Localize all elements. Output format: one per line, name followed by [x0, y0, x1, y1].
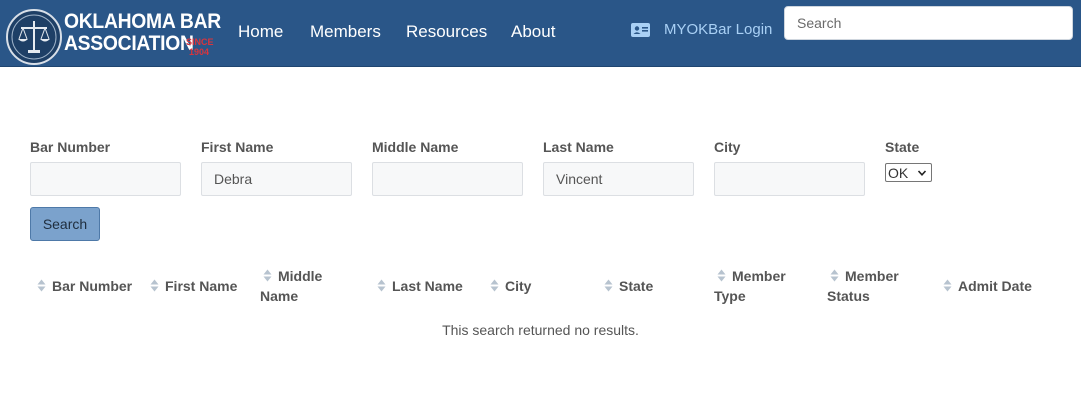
- city-label: City: [714, 139, 741, 155]
- search-button[interactable]: Search: [30, 207, 100, 241]
- first-name-input[interactable]: [201, 162, 352, 196]
- bar-number-field: Bar Number: [30, 139, 181, 196]
- middle-name-field: Middle Name: [372, 139, 523, 196]
- sort-icon: [604, 279, 613, 292]
- last-name-field: Last Name: [543, 139, 694, 196]
- scales-of-justice-icon: [6, 9, 62, 65]
- column-label: Member Status: [827, 268, 899, 304]
- sort-icon: [943, 279, 952, 292]
- first-name-label: First Name: [201, 139, 274, 155]
- sort-icon: [490, 279, 499, 292]
- sort-icon: [377, 279, 386, 292]
- no-results-message: This search returned no results.: [442, 322, 639, 338]
- city-field: City: [714, 139, 865, 196]
- column-label: Middle Name: [260, 268, 323, 304]
- nav-members[interactable]: Members: [310, 22, 381, 42]
- column-label: Admit Date: [958, 278, 1032, 294]
- site-header: OKLAHOMA BAR ASSOCIATION SINCE 1904 Home…: [0, 0, 1081, 67]
- column-label: Last Name: [392, 278, 463, 294]
- bar-number-label: Bar Number: [30, 139, 111, 155]
- login-label: MYOKBar Login: [664, 21, 773, 38]
- middle-name-label: Middle Name: [372, 139, 459, 155]
- state-selected-value: OK: [888, 164, 909, 181]
- myokbar-login-link[interactable]: MYOKBar Login: [631, 20, 772, 40]
- id-card-icon: [631, 23, 650, 37]
- column-label: City: [505, 278, 532, 294]
- oba-logo[interactable]: OKLAHOMA BAR ASSOCIATION SINCE 1904: [6, 7, 221, 65]
- chevron-down-icon: [917, 169, 927, 176]
- nav-about[interactable]: About: [511, 22, 555, 42]
- state-field: State OK: [885, 139, 932, 182]
- middle-name-input[interactable]: [372, 162, 523, 196]
- nav-home[interactable]: Home: [238, 22, 283, 42]
- state-label: State: [885, 139, 920, 155]
- state-select[interactable]: OK: [885, 163, 932, 182]
- last-name-input[interactable]: [543, 162, 694, 196]
- column-label: Member Type: [714, 268, 786, 304]
- column-label: State: [619, 278, 654, 294]
- first-name-field: First Name: [201, 139, 352, 196]
- logo-since-1904: SINCE 1904: [186, 37, 214, 57]
- nav-resources[interactable]: Resources: [406, 22, 487, 42]
- column-label: First Name: [165, 278, 238, 294]
- last-name-label: Last Name: [543, 139, 614, 155]
- site-search-input[interactable]: [784, 6, 1073, 40]
- column-label: Bar Number: [52, 278, 133, 294]
- sort-icon: [150, 279, 159, 292]
- bar-number-input[interactable]: [30, 162, 181, 196]
- sort-icon: [37, 279, 46, 292]
- city-input[interactable]: [714, 162, 865, 196]
